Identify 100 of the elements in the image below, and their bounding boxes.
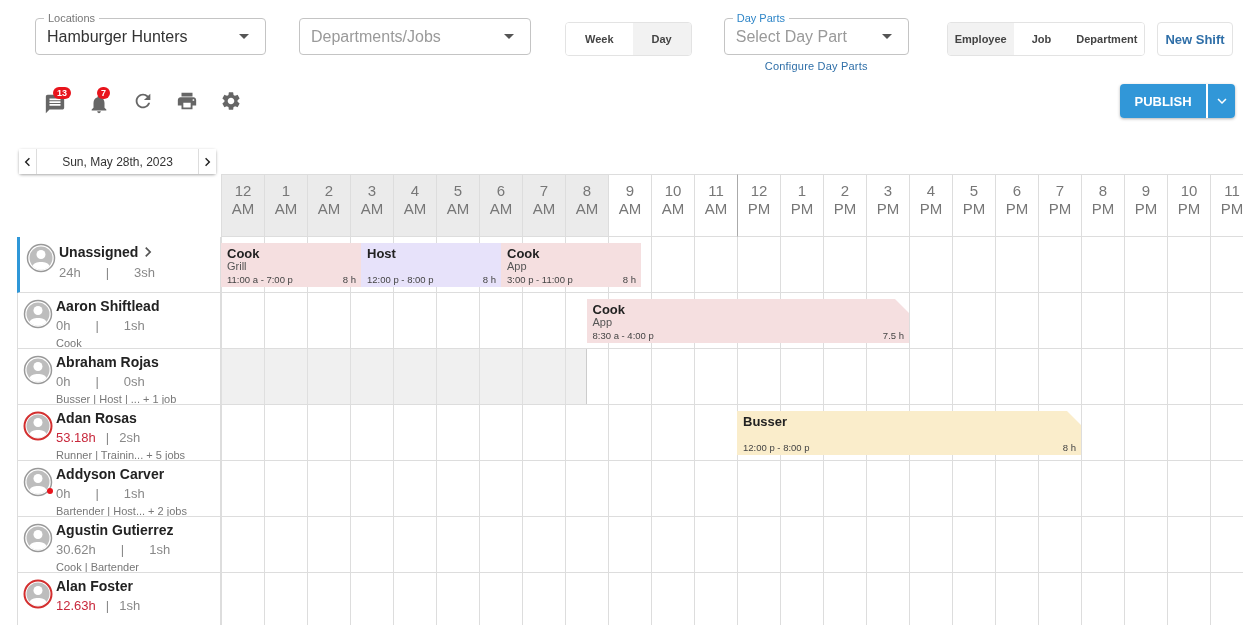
shift-subtitle: Grill [227,261,248,272]
scheduled-hours: 0h [56,317,71,334]
hour-header: 10 AM [651,174,694,237]
shift-subtitle: App [592,317,614,328]
hour-header: 10 PM [1167,174,1210,237]
shift-time: 11:00 a - 7:00 p [227,274,293,285]
hour-header: 11 AM [694,174,737,237]
shift-time: 3:00 p - 11:00 p [507,274,573,285]
configure-link[interactable]: Configure Day Parts [764,60,868,72]
stats-divider: | [105,264,110,281]
hour-header: 7 AM [522,174,565,237]
employee-row-header[interactable]: Aaron Shiftlead 0h | 1sh Cook [17,293,221,349]
hour-header: 12 PM [737,174,780,237]
hour-header: 8 PM [1081,174,1124,237]
shift-count: 1sh [123,317,145,334]
hour-header: 5 PM [952,174,995,237]
shift-duration: 8 h [342,274,356,285]
stats-divider: | [105,429,110,446]
shift-title: Cook [507,246,540,261]
print-button[interactable] [176,90,198,112]
shift-block[interactable]: Cook App 3:00 p - 11:00 p 8 h [501,243,641,287]
employee-name: Adan Rosas [56,410,137,427]
employee-name: Addyson Carver [56,466,165,483]
hour-header: 5 AM [436,174,479,237]
stats-divider: | [105,597,110,614]
shift-count: 1sh [119,597,141,614]
new-shift-button[interactable]: New Shift [1157,22,1233,56]
print-icon [176,90,198,112]
shift-time: 12:00 p - 8:00 p [743,442,810,453]
hour-header: 8 AM [565,174,608,237]
dropdown-caret-icon [504,34,514,39]
shift-duration: 7.5 h [882,330,904,341]
shift-duration: 8 h [622,274,636,285]
employee-name: Agustin Gutierrez [56,522,174,539]
shift-block[interactable]: Host 12:00 p - 8:00 p 8 h [361,243,501,287]
hour-header: 1 PM [780,174,823,237]
shift-title: Cook [592,302,625,317]
shift-count: 3sh [134,264,156,281]
dropdown-caret-icon [881,34,892,39]
scheduled-hours: 24h [59,264,81,281]
count-badge: 7 [97,87,110,99]
next-day-button[interactable] [199,149,216,174]
hour-header: 3 AM [350,174,393,237]
shift-title: Host [367,246,396,261]
stats-divider: | [95,317,99,334]
view-toggle[interactable]: Day [632,23,691,55]
shift-time: 8:30 a - 4:00 p [592,330,654,341]
scheduled-hours: 12.63h [56,597,96,614]
employee-name: Aaron Shiftlead [56,298,160,315]
shift-title: Busser [743,414,788,429]
shift-count: 2sh [119,429,141,446]
hour-header: 9 PM [1124,174,1167,237]
scheduled-hours: 53.18h [56,429,96,446]
employee-name: Abraham Rojas [56,354,159,371]
shift-title: Cook [227,246,260,261]
corner-flag-icon [1067,411,1081,425]
hour-header: 3 PM [866,174,909,237]
employee-row-header[interactable]: Alan Foster 12.63h | 1sh [17,573,221,625]
hour-header: 11 PM [1210,174,1243,237]
corner-flag-icon [895,299,909,313]
shift-block[interactable]: Busser 12:00 p - 8:00 p 8 h [737,411,1081,455]
shift-count: 0sh [123,373,145,390]
scheduled-hours: 0h [56,485,71,502]
hour-header: 4 AM [393,174,436,237]
shift-duration: 8 h [482,274,496,285]
shift-time: 12:00 p - 8:00 p [367,274,434,285]
dropdown-caret-icon [239,34,249,39]
shift-duration: 8 h [1062,442,1076,453]
hour-header: 9 AM [608,174,651,237]
job-list: Cook [56,337,160,348]
hour-header: 2 PM [823,174,866,237]
stats-divider: | [120,541,125,558]
avatar-icon [26,243,56,273]
shift-subtitle: App [507,261,528,272]
scheduled-hours: 0h [56,373,71,390]
hour-header: 6 PM [995,174,1038,237]
settings-icon [220,90,242,112]
hour-header: 2 AM [307,174,350,237]
publish-options-button[interactable] [1206,84,1235,118]
hour-header: 6 AM [479,174,522,237]
shift-block[interactable]: Cook App 8:30 a - 4:00 p 7.5 h [586,299,909,343]
message-button[interactable]: 13 [44,87,78,115]
shift-count: 1sh [123,485,145,502]
previous-day-button[interactable] [19,149,36,174]
shift-count: 1sh [149,541,171,558]
employee-name: Alan Foster [56,578,133,595]
field-label: Locations [44,11,100,25]
hour-header: 1 AM [264,174,307,237]
shift-block[interactable]: Cook Grill 11:00 a - 7:00 p 8 h [221,243,361,287]
settings-button[interactable] [220,90,242,112]
field-label: Day Parts [732,11,790,25]
notification-button[interactable]: 7 [88,87,122,115]
count-badge: 13 [53,87,71,99]
hour-header: 7 PM [1038,174,1081,237]
hour-header: 12 AM [221,174,264,237]
hour-header: 4 PM [909,174,952,237]
stats-divider: | [95,485,99,502]
scheduled-hours: 30.62h [56,541,96,558]
group-toggle[interactable]: Employee [947,23,1014,55]
stats-divider: | [95,373,99,390]
